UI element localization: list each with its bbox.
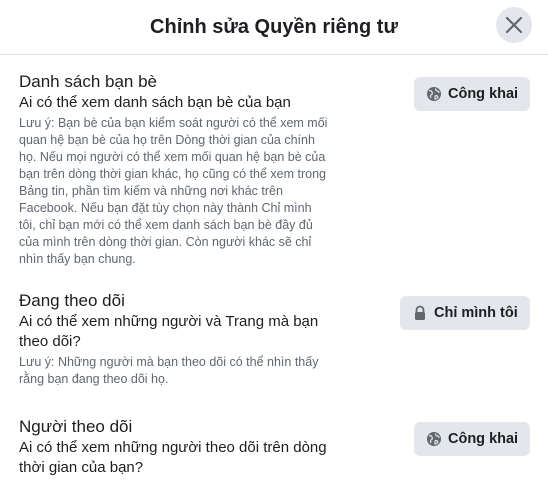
followers-section: Người theo dõi Ai có thể xem những người… xyxy=(19,417,331,478)
close-button[interactable] xyxy=(496,7,532,43)
section-subtitle: Ai có thể xem những người theo dõi trên … xyxy=(19,439,327,476)
section-note: Lưu ý: Bạn bè của bạn kiểm soát người có… xyxy=(19,116,328,266)
section-note: Lưu ý: Những người mà bạn theo dõi có th… xyxy=(19,355,319,386)
globe-icon xyxy=(426,86,442,102)
button-label: Chỉ mình tôi xyxy=(434,305,518,321)
button-label: Công khai xyxy=(448,431,519,447)
section-subtitle: Ai có thể xem danh sách bạn bè của bạn xyxy=(19,94,291,111)
button-label: Công khai xyxy=(448,86,519,102)
section-title: Đang theo dõi xyxy=(19,291,125,310)
following-section: Đang theo dõi Ai có thể xem những người … xyxy=(19,291,331,388)
privacy-dialog: Chỉnh sửa Quyền riêng tư Danh sách bạn b… xyxy=(0,0,548,491)
globe-icon xyxy=(426,431,442,447)
friends-list-privacy-button[interactable]: Công khai xyxy=(414,77,531,111)
section-title: Danh sách bạn bè xyxy=(19,72,157,91)
dialog-header: Chỉnh sửa Quyền riêng tư xyxy=(0,0,548,55)
following-privacy-button[interactable]: Chỉ mình tôi xyxy=(400,296,530,330)
lock-icon xyxy=(412,305,428,321)
followers-privacy-button[interactable]: Công khai xyxy=(414,422,531,456)
section-title: Người theo dõi xyxy=(19,417,133,436)
section-subtitle: Ai có thể xem những người và Trang mà bạ… xyxy=(19,313,319,350)
friends-list-section: Danh sách bạn bè Ai có thể xem danh sách… xyxy=(19,72,331,268)
close-icon xyxy=(505,16,523,34)
dialog-title: Chỉnh sửa Quyền riêng tư xyxy=(150,15,398,38)
